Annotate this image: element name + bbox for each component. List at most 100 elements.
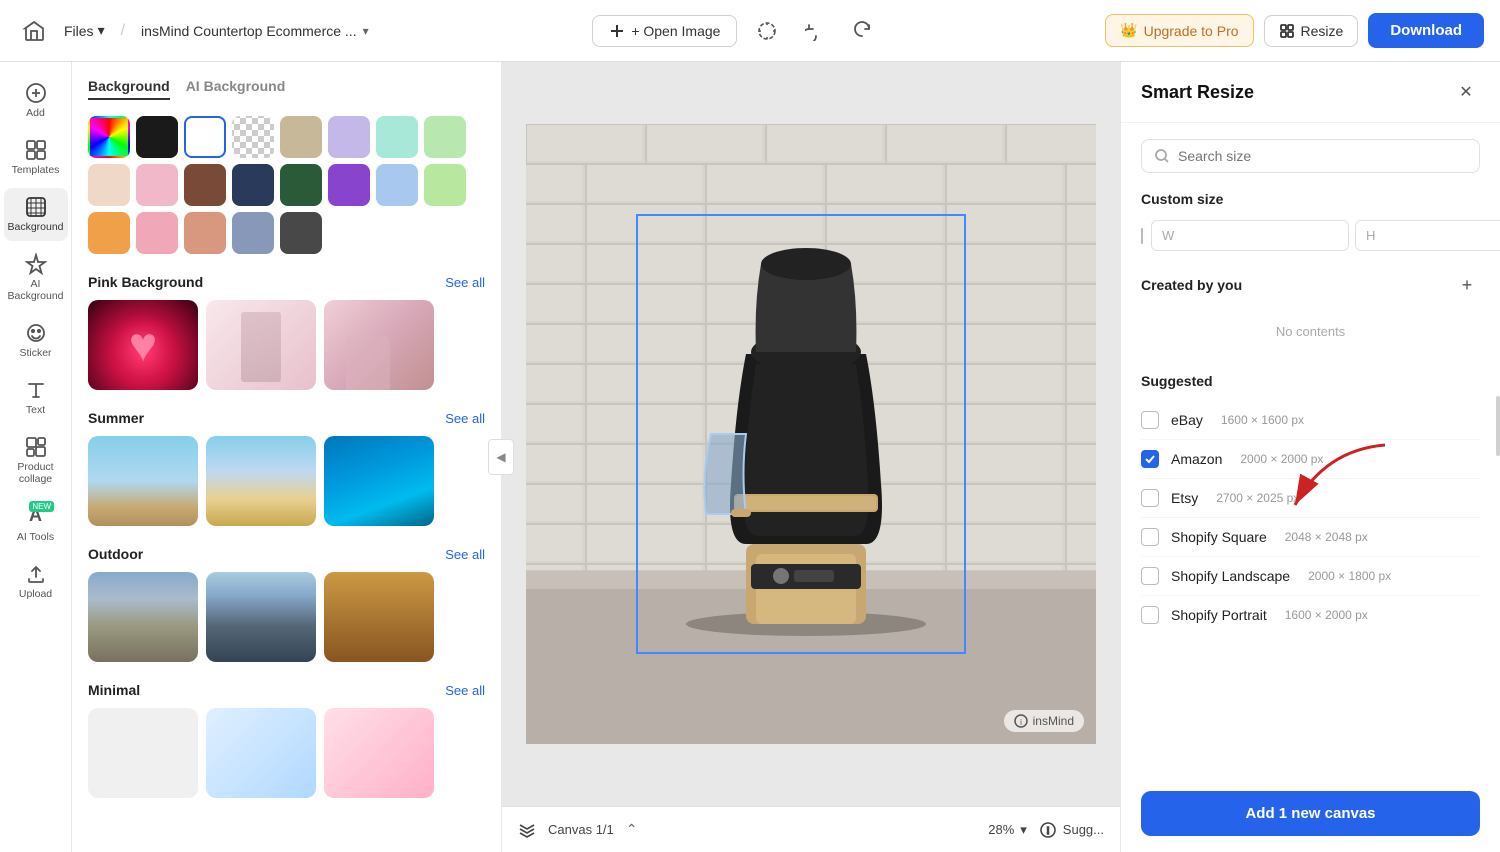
zoom-control[interactable]: 28% ▾ xyxy=(988,822,1027,838)
tab-ai-background[interactable]: AI Background xyxy=(186,78,286,100)
bg-thumb-road[interactable] xyxy=(88,572,198,662)
bg-thumb-pink-soft[interactable] xyxy=(206,300,316,390)
search-input[interactable] xyxy=(1178,148,1467,164)
add-custom-size-button[interactable]: + xyxy=(1454,272,1480,298)
color-swatch-rainbow[interactable] xyxy=(88,116,130,158)
right-panel-title: Smart Resize xyxy=(1141,82,1254,103)
redo-button[interactable] xyxy=(845,13,881,49)
upgrade-button[interactable]: 👑 Upgrade to Pro xyxy=(1105,14,1253,47)
color-swatch-lavender[interactable] xyxy=(328,116,370,158)
undo-button[interactable] xyxy=(797,13,833,49)
layers-button[interactable] xyxy=(518,821,536,839)
color-swatch-tan[interactable] xyxy=(280,116,322,158)
bg-thumb-heart[interactable]: ♥ xyxy=(88,300,198,390)
bg-thumb-pool[interactable] xyxy=(324,436,434,526)
color-swatch-brown[interactable] xyxy=(184,164,226,206)
color-swatch-dark-navy[interactable] xyxy=(232,164,274,206)
canvas-content: i insMind xyxy=(502,62,1120,806)
bg-thumb-sandy-beach[interactable] xyxy=(206,436,316,526)
suggested-item-amazon[interactable]: Amazon 2000 × 2000 px xyxy=(1141,440,1480,479)
color-swatch-black[interactable] xyxy=(136,116,178,158)
topbar: Files ▾ / insMind Countertop Ecommerce .… xyxy=(0,0,1500,62)
sidebar-item-sticker[interactable]: Sticker xyxy=(4,314,68,367)
left-panel: Background AI Background xyxy=(72,62,502,852)
color-swatch-transparent[interactable] xyxy=(232,116,274,158)
shopify-portrait-checkbox[interactable] xyxy=(1141,606,1159,624)
color-swatch-light-green[interactable] xyxy=(424,116,466,158)
files-menu[interactable]: Files ▾ xyxy=(64,22,105,39)
search-icon xyxy=(1154,148,1170,164)
bg-thumb-city[interactable] xyxy=(206,572,316,662)
pink-background-title: Pink Background xyxy=(88,274,203,290)
sidebar-item-ai-background[interactable]: AI Background xyxy=(4,245,68,310)
color-swatch-mint[interactable] xyxy=(376,116,418,158)
sidebar-item-templates[interactable]: Templates xyxy=(4,131,68,184)
color-swatch-salmon[interactable] xyxy=(184,212,226,254)
panel-collapse-button[interactable]: ◀ xyxy=(488,439,514,475)
sidebar-item-upload[interactable]: Upload xyxy=(4,555,68,608)
size-input-group: px in cm mm xyxy=(1151,219,1500,252)
custom-size-label: Custom size xyxy=(1141,191,1480,207)
width-input[interactable] xyxy=(1151,220,1349,251)
created-by-you-label: Created by you xyxy=(1141,277,1242,293)
height-input[interactable] xyxy=(1355,220,1500,251)
bg-thumb-minimal-1[interactable] xyxy=(88,708,198,798)
open-image-button[interactable]: + Open Image xyxy=(592,15,737,47)
summer-grid xyxy=(88,436,485,526)
download-button[interactable]: Download xyxy=(1368,13,1484,48)
color-swatch-steel-blue[interactable] xyxy=(232,212,274,254)
etsy-checkbox[interactable] xyxy=(1141,489,1159,507)
color-grid xyxy=(88,116,485,254)
add-canvas-footer: Add 1 new canvas xyxy=(1121,775,1500,852)
bg-thumb-minimal-2[interactable] xyxy=(206,708,316,798)
canvas-label: Canvas 1/1 xyxy=(548,822,614,837)
outdoor-see-all[interactable]: See all xyxy=(445,547,485,562)
topbar-center: + Open Image xyxy=(381,13,1094,49)
summer-see-all[interactable]: See all xyxy=(445,411,485,426)
project-title[interactable]: insMind Countertop Ecommerce ... ▾ xyxy=(141,23,369,39)
color-swatch-dark-green[interactable] xyxy=(280,164,322,206)
suggested-item-etsy[interactable]: Etsy 2700 × 2025 px xyxy=(1141,479,1480,518)
color-swatch-light-lime[interactable] xyxy=(424,164,466,206)
pink-background-see-all[interactable]: See all xyxy=(445,275,485,290)
amazon-checkbox[interactable] xyxy=(1141,450,1159,468)
suggested-item-shopify-square[interactable]: Shopify Square 2048 × 2048 px xyxy=(1141,518,1480,557)
suggested-label: Suggested xyxy=(1141,373,1480,389)
color-swatch-light-pink[interactable] xyxy=(136,212,178,254)
juicer-product[interactable] xyxy=(646,204,966,654)
suggested-item-ebay[interactable]: eBay 1600 × 1600 px xyxy=(1141,401,1480,440)
sidebar-item-ai-tools[interactable]: A NEW AI Tools xyxy=(4,497,68,551)
canvas-image[interactable]: i insMind xyxy=(526,124,1096,744)
add-canvas-button[interactable]: Add 1 new canvas xyxy=(1141,791,1480,836)
color-swatch-pink[interactable] xyxy=(136,164,178,206)
color-swatch-dark-gray[interactable] xyxy=(280,212,322,254)
bg-thumb-beach-sky[interactable] xyxy=(88,436,198,526)
shopify-square-checkbox[interactable] xyxy=(1141,528,1159,546)
color-swatch-purple[interactable] xyxy=(328,164,370,206)
suggest-button[interactable]: ! Sugg... xyxy=(1039,821,1104,839)
minimal-see-all[interactable]: See all xyxy=(445,683,485,698)
color-swatch-peach[interactable] xyxy=(88,164,130,206)
ebay-checkbox[interactable] xyxy=(1141,411,1159,429)
bg-thumb-deck[interactable] xyxy=(324,572,434,662)
canvas-expand-button[interactable]: ⌃ xyxy=(626,821,638,838)
sidebar-item-background[interactable]: Background xyxy=(4,188,68,241)
custom-size-checkbox[interactable] xyxy=(1141,228,1143,244)
suggested-item-shopify-portrait[interactable]: Shopify Portrait 1600 × 2000 px xyxy=(1141,596,1480,634)
suggested-item-shopify-landscape[interactable]: Shopify Landscape 2000 × 1800 px xyxy=(1141,557,1480,596)
sidebar-item-text[interactable]: Text xyxy=(4,371,68,424)
resize-button[interactable]: Resize xyxy=(1264,15,1359,47)
color-swatch-white[interactable] xyxy=(184,116,226,158)
close-button[interactable]: ✕ xyxy=(1452,78,1480,106)
shopify-landscape-checkbox[interactable] xyxy=(1141,567,1159,585)
sidebar-item-add[interactable]: Add xyxy=(4,74,68,127)
bg-thumb-pink-room[interactable] xyxy=(324,300,434,390)
tab-background[interactable]: Background xyxy=(88,78,170,100)
home-button[interactable] xyxy=(16,13,52,49)
color-swatch-light-blue[interactable] xyxy=(376,164,418,206)
bg-thumb-minimal-3[interactable] xyxy=(324,708,434,798)
sidebar-item-product-collage[interactable]: Product collage xyxy=(4,428,68,493)
color-swatch-orange[interactable] xyxy=(88,212,130,254)
magic-wand-button[interactable] xyxy=(749,13,785,49)
right-panel-scrollbar[interactable] xyxy=(1496,396,1500,456)
